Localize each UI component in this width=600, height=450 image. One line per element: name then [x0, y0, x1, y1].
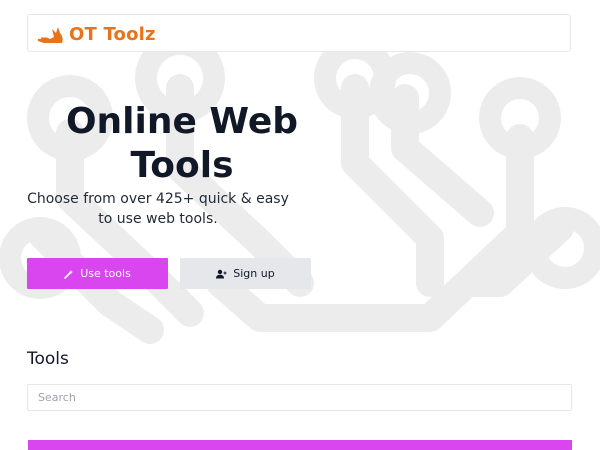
fox-logo-icon — [37, 27, 63, 43]
magic-wand-icon — [64, 269, 74, 279]
tool-card-banner[interactable] — [28, 440, 572, 450]
hero-title: Online Web Tools — [65, 101, 299, 186]
sign-up-label: Sign up — [233, 267, 275, 280]
brand-name: OT Toolz — [69, 23, 156, 45]
top-navbar: OT Toolz — [27, 14, 571, 52]
tools-heading: Tools — [27, 349, 69, 369]
use-tools-label: Use tools — [80, 267, 131, 280]
use-tools-button[interactable]: Use tools — [27, 258, 168, 289]
user-plus-icon — [216, 269, 227, 278]
tools-search-input[interactable] — [27, 384, 572, 411]
sign-up-button[interactable]: Sign up — [180, 258, 311, 289]
brand-logo[interactable]: OT Toolz — [36, 21, 156, 47]
hero-subtitle: Choose from over 425+ quick & easy to us… — [27, 191, 289, 227]
